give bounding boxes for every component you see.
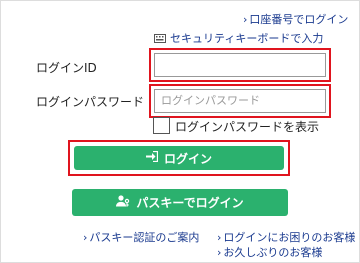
account-number-login-link[interactable]: › 口座番号でログイン: [243, 13, 348, 27]
login-trouble-link[interactable]: › ログインにお困りのお客様: [217, 231, 355, 245]
login-id-highlight: [149, 48, 331, 82]
login-button[interactable]: ログイン: [74, 146, 284, 170]
login-id-label: ログインID: [36, 61, 97, 75]
chevron-right-icon: ›: [217, 231, 222, 244]
passkey-login-button[interactable]: パスキーでログイン: [72, 189, 288, 216]
long-time-customer-label: お久しぶりのお客様: [223, 246, 323, 259]
login-trouble-label: ログインにお困りのお客様: [223, 231, 356, 244]
long-time-customer-link[interactable]: › お久しぶりのお客様: [217, 246, 322, 260]
account-number-login-label: 口座番号でログイン: [249, 13, 349, 26]
password-input[interactable]: ログインパスワード: [154, 89, 326, 113]
passkey-guide-label: パスキー認証のご案内: [89, 231, 200, 244]
keyboard-icon: [154, 33, 166, 47]
login-arrow-icon: [145, 150, 159, 165]
login-button-highlight: ログイン: [68, 140, 290, 176]
passkey-login-label: パスキーでログイン: [136, 196, 244, 210]
passkey-user-icon: [116, 195, 130, 210]
chevron-right-icon: ›: [243, 13, 248, 26]
security-keyboard-link[interactable]: セキュリティキーボードで入力: [154, 32, 323, 47]
chevron-right-icon: ›: [83, 231, 88, 244]
chevron-right-icon: ›: [217, 246, 222, 259]
login-id-input[interactable]: [154, 53, 326, 77]
show-password-checkbox[interactable]: [153, 117, 170, 134]
password-label: ログインパスワード: [36, 95, 145, 109]
passkey-guide-link[interactable]: › パスキー認証のご案内: [83, 231, 199, 245]
login-button-label: ログイン: [163, 151, 212, 166]
password-highlight: ログインパスワード: [149, 84, 331, 118]
show-password-label[interactable]: ログインパスワードを表示: [175, 118, 319, 135]
security-keyboard-label: セキュリティキーボードで入力: [170, 32, 324, 45]
